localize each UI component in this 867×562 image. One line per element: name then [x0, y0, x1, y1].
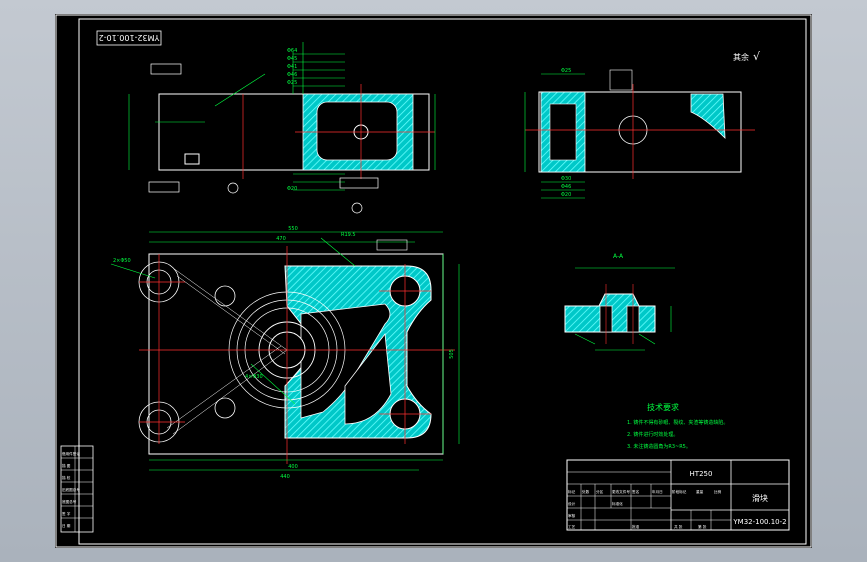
tb-cell-1: 处数: [582, 489, 590, 494]
tech-req-item-3: 3. 未注铸造圆角为R3~R5。: [627, 443, 691, 450]
section-label: A-A: [613, 253, 624, 260]
tb-cell-13: 比例: [714, 489, 722, 494]
tb-cell-5: 年月日: [652, 489, 663, 494]
side-dim-2: Φ46: [561, 184, 571, 190]
roughness-note: 其余 √: [733, 50, 761, 63]
roughness-symbol: √: [753, 50, 761, 63]
tb-cell-6: 设计: [568, 501, 576, 506]
margin-cell-2: 描 校: [62, 475, 71, 480]
tech-req-item-1: 1. 铸件不得有砂眼、裂纹、夹渣等铸造缺陷。: [627, 419, 728, 426]
tb-cell-12: 重量: [696, 489, 704, 494]
tb-cell-11: 阶段标记: [672, 489, 687, 494]
top-dim-0: Φ64: [287, 48, 297, 54]
plan-dim-4: 505: [449, 349, 455, 359]
plan-dim-5: R19.5: [341, 232, 356, 238]
mirrored-code-box: YM32-100.10-2: [96, 30, 162, 46]
side-dim-1: Φ30: [561, 176, 571, 182]
tb-cell-9: 工艺: [568, 524, 576, 529]
tb-cell-0: 标记: [568, 489, 576, 494]
side-view: Φ25 Φ30 Φ46 Φ20: [524, 68, 755, 199]
tb-cell-15: 第 张: [698, 524, 707, 529]
plan-view: 550 470 400 440 505 R19.5 2×Φ50 4×Φ30: [110, 226, 460, 480]
roughness-note-text: 其余: [733, 52, 749, 62]
margin-cell-1: 描 图: [62, 463, 71, 468]
tb-cell-2: 分区: [596, 489, 604, 494]
tb-cell-8: 审核: [568, 513, 576, 518]
material-text: HT250: [690, 470, 713, 478]
tb-cell-7: 标准化: [612, 501, 623, 506]
plan-dim-2: 400: [288, 464, 298, 470]
side-dim-3: Φ20: [561, 192, 571, 198]
title-block: HT250 滑块 YM32-100.10-2 标记 处数 分区 更改文件号 签名…: [566, 459, 790, 531]
margin-cell-5: 签 字: [62, 511, 71, 516]
tb-cell-14: 共 张: [674, 524, 683, 529]
top-dim-1: Φ45: [287, 56, 297, 62]
plan-dim-3: 440: [280, 474, 290, 480]
tolerance-frame-3: [339, 177, 379, 189]
front-view: Φ64 Φ45 Φ41 Φ46 Φ25 Φ20: [128, 42, 436, 214]
plan-dim-1: 470: [276, 236, 286, 242]
tech-req-title: 技术要求: [647, 402, 679, 412]
tb-cell-4: 签名: [632, 489, 640, 494]
top-dim-3: Φ46: [287, 72, 297, 78]
margin-cell-6: 日 期: [62, 523, 71, 528]
datum-marker-1: [227, 182, 239, 194]
section-view: A-A: [564, 253, 675, 351]
tb-cell-10: 批准: [632, 524, 640, 529]
top-dim-4: Φ25: [287, 80, 297, 86]
plan-dim-0: 550: [288, 226, 298, 232]
tb-cell-3: 更改文件号: [612, 489, 630, 494]
datum-marker-2: [351, 202, 363, 214]
technical-requirements: 技术要求 1. 铸件不得有砂眼、裂纹、夹渣等铸造缺陷。 2. 铸件进行时效处理。…: [627, 402, 728, 450]
margin-table: 借用件登记 描 图 描 校 旧底图总号 底图总号 签 字 日 期: [60, 445, 94, 533]
tolerance-frame-1: [150, 63, 182, 75]
part-name-text: 滑块: [752, 493, 768, 503]
side-dim-0: Φ25: [561, 68, 571, 74]
cad-canvas[interactable]: YM32-100.10-2 其余 √ Φ64 Φ45 Φ41 Φ46 Φ25 Φ…: [55, 14, 812, 548]
top-dim-2: Φ41: [287, 64, 297, 70]
plan-dim-7: 4×Φ30: [245, 374, 263, 380]
plan-dim-6: 2×Φ50: [113, 258, 131, 264]
tolerance-frame-2: [148, 181, 180, 193]
margin-cell-0: 借用件登记: [62, 451, 80, 456]
drawing-number-text: YM32-100.10-2: [732, 518, 786, 526]
mirrored-code: YM32-100.10-2: [99, 33, 161, 42]
plan-tolerance-frame: [376, 239, 408, 251]
app-window: YM32-100.10-2 其余 √ Φ64 Φ45 Φ41 Φ46 Φ25 Φ…: [0, 0, 867, 562]
margin-cell-3: 旧底图总号: [62, 487, 80, 492]
side-tolerance-frame: [609, 69, 633, 91]
top-dim-5: Φ20: [287, 186, 297, 192]
margin-cell-4: 底图总号: [62, 499, 77, 504]
drawing-sheet: YM32-100.10-2 其余 √ Φ64 Φ45 Φ41 Φ46 Φ25 Φ…: [55, 14, 812, 548]
tech-req-item-2: 2. 铸件进行时效处理。: [627, 431, 678, 438]
